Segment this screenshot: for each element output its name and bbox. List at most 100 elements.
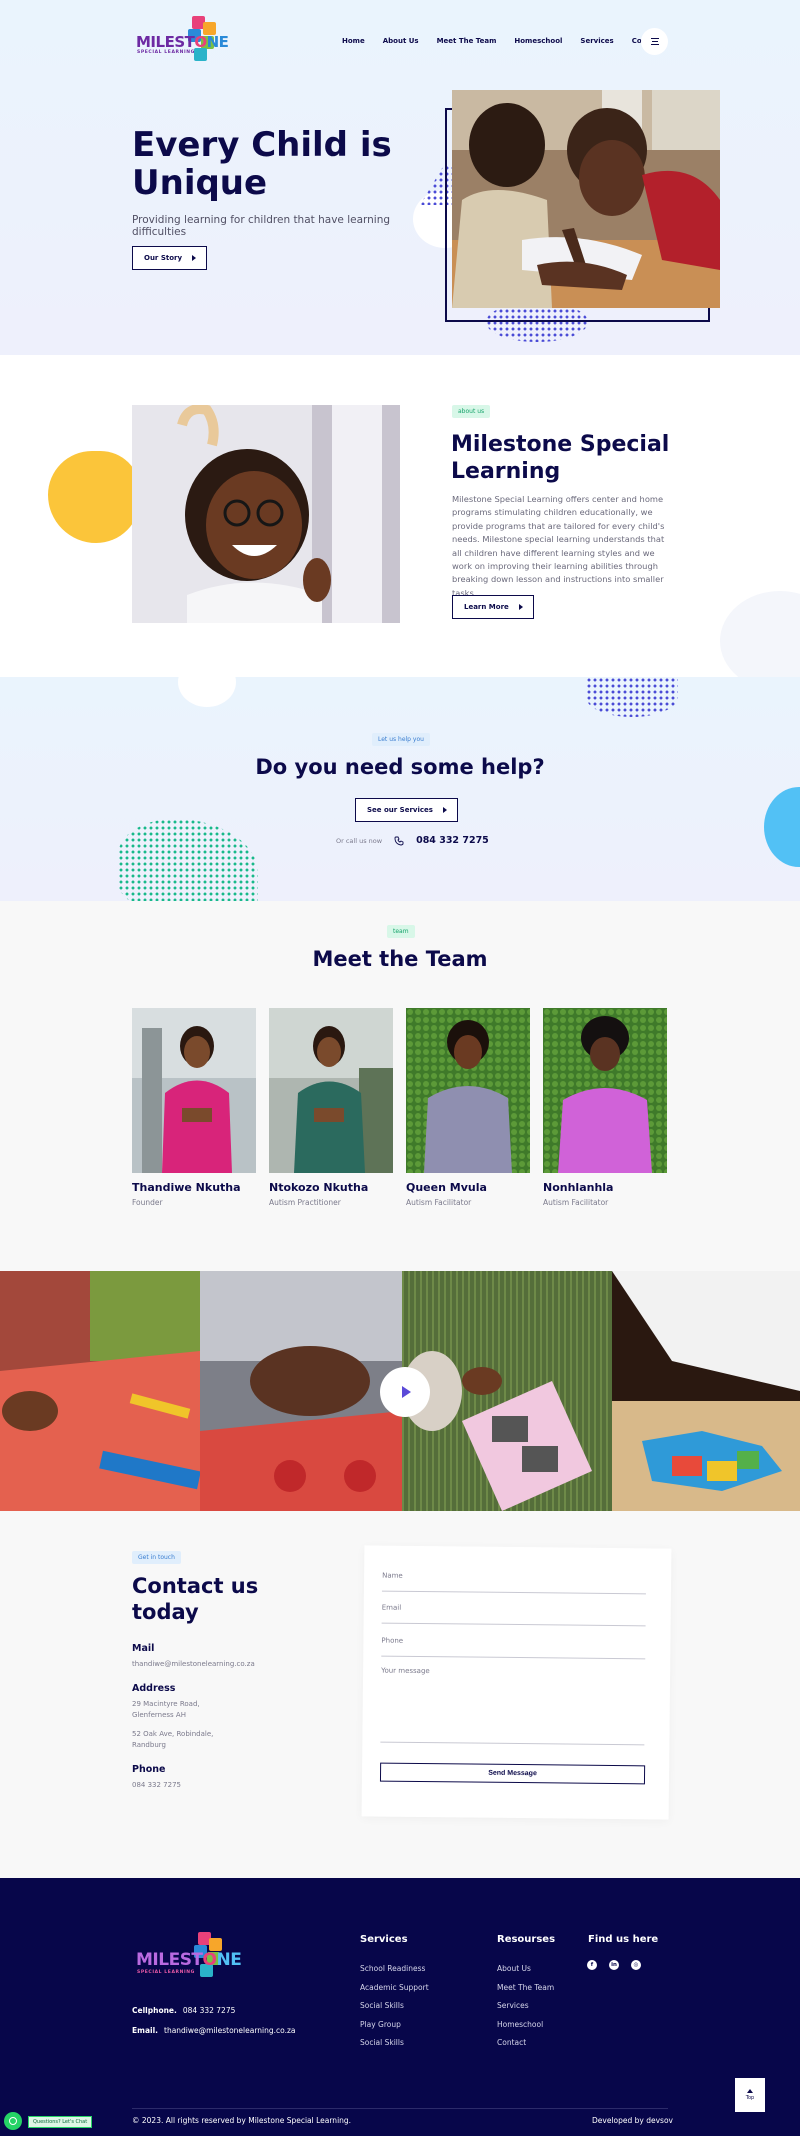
contact-form: Name Email Phone Your message Send Messa…	[361, 1545, 672, 1820]
facebook-icon[interactable]: f	[587, 1960, 597, 1970]
member-role: Autism Facilitator	[543, 1198, 609, 1207]
team-section: team Meet the Team Thandiwe Nkutha Found…	[0, 901, 800, 1271]
team-member-card[interactable]: Ntokozo Nkutha Autism Practitioner	[269, 1008, 393, 1207]
phone-field[interactable]: Phone	[381, 1636, 646, 1660]
help-section: Let us help you Do you need some help? S…	[0, 677, 800, 901]
logo-wordmark: MILESTONE	[136, 1950, 242, 1970]
address-label: Address	[132, 1683, 176, 1694]
name-field[interactable]: Name	[381, 1571, 647, 1595]
contact-section: Get in touch Contact us today Mail thand…	[0, 1511, 800, 1878]
hero-title: Every Child is Unique	[132, 125, 392, 203]
message-field[interactable]: Your message	[380, 1666, 646, 1746]
chevron-up-icon	[747, 2089, 753, 2093]
logo-tagline: SPECIAL LEARNING	[137, 1970, 195, 1975]
whatsapp-button[interactable]	[4, 2112, 22, 2130]
arrow-right-icon	[192, 255, 197, 261]
video-gallery	[0, 1271, 800, 1511]
instagram-icon[interactable]: ◎	[631, 1960, 641, 1970]
mail-label: Mail	[132, 1643, 155, 1654]
call-phone-link[interactable]: 084 332 7275	[416, 835, 489, 846]
team-member-card[interactable]: Nonhlanhla Autism Facilitator	[543, 1008, 667, 1207]
play-icon	[402, 1386, 411, 1398]
team-member-card[interactable]: Queen Mvula Autism Facilitator	[406, 1008, 530, 1207]
decor-dots	[586, 677, 678, 717]
email-field[interactable]: Email	[381, 1603, 646, 1627]
decor-dots	[118, 819, 258, 901]
footer-link[interactable]: Academic Support	[360, 1983, 429, 2002]
whatsapp-label[interactable]: Questions? Let's Chat	[28, 2116, 93, 2128]
logo-wordmark: MILESTONE	[136, 33, 229, 51]
hamburger-icon	[650, 37, 659, 39]
footer-services-links: School Readiness Academic Support Social…	[360, 1964, 429, 2057]
nav-services[interactable]: Services	[580, 37, 613, 45]
learn-more-button[interactable]: Learn More	[452, 595, 534, 619]
decor-blob	[764, 787, 800, 867]
footer-link[interactable]: About Us	[497, 1964, 554, 1983]
footer-link[interactable]: Contact	[497, 2038, 554, 2057]
gallery-image	[200, 1271, 402, 1511]
footer-link[interactable]: Social Skills	[360, 2001, 429, 2020]
send-message-button[interactable]: Send Message	[379, 1762, 646, 1785]
site-logo[interactable]: MILESTONE SPECIAL LEARNING	[136, 16, 232, 66]
footer-link[interactable]: Meet The Team	[497, 1983, 554, 2002]
contact-title: Contact us today	[132, 1574, 259, 1624]
footer-link[interactable]: Homeschool	[497, 2020, 554, 2039]
address-1-line-1: 29 Macintyre Road,	[132, 1700, 200, 1708]
linkedin-icon[interactable]: in	[609, 1960, 619, 1970]
arrow-right-icon	[518, 604, 523, 610]
see-services-button[interactable]: See our Services	[355, 798, 458, 822]
footer-link[interactable]: School Readiness	[360, 1964, 429, 1983]
gallery-image	[612, 1271, 800, 1511]
footer-services-title: Services	[360, 1934, 408, 1945]
member-photo	[269, 1008, 393, 1173]
nav-homeschool[interactable]: Homeschool	[514, 37, 562, 45]
hero-section: MILESTONE SPECIAL LEARNING Home About Us…	[0, 0, 800, 355]
whatsapp-icon	[9, 2117, 17, 2125]
logo-tagline: SPECIAL LEARNING	[137, 50, 195, 55]
member-photo	[132, 1008, 256, 1173]
phone-value[interactable]: 084 332 7275	[132, 1780, 181, 1791]
main-nav: Home About Us Meet The Team Homeschool S…	[342, 37, 662, 45]
mail-value[interactable]: thandiwe@milestonelearning.co.za	[132, 1659, 255, 1670]
gallery-image	[0, 1271, 200, 1511]
decor-blob	[720, 591, 800, 677]
call-prefix: Or call us now	[336, 836, 383, 845]
footer-logo[interactable]: MILESTONE SPECIAL LEARNING	[136, 1932, 246, 1992]
address-1-line-2: Glenferness AH	[132, 1711, 186, 1719]
phone-label: Phone	[132, 1764, 166, 1775]
our-story-button[interactable]: Our Story	[132, 246, 208, 270]
member-photo	[406, 1008, 530, 1173]
member-role: Autism Facilitator	[406, 1198, 472, 1207]
member-role: Autism Practitioner	[269, 1198, 341, 1207]
footer-link[interactable]: Play Group	[360, 2020, 429, 2039]
arrow-right-icon	[442, 807, 447, 813]
decor-blob	[178, 677, 236, 707]
hero-subtitle: Providing learning for children that hav…	[132, 214, 391, 238]
nav-home[interactable]: Home	[342, 37, 365, 45]
team-members: Thandiwe Nkutha Founder Ntokozo Nkutha A…	[132, 1008, 667, 1207]
footer-link[interactable]: Social Skills	[360, 2038, 429, 2057]
address-2-line-1: 52 Oak Ave, Robindale,	[132, 1730, 214, 1738]
social-links: f in ◎	[587, 1960, 641, 1970]
help-title: Do you need some help?	[255, 755, 545, 779]
team-member-card[interactable]: Thandiwe Nkutha Founder	[132, 1008, 256, 1207]
footer-divider	[132, 2108, 668, 2109]
developer-credit[interactable]: Developed by devsov	[592, 2116, 673, 2125]
play-video-button[interactable]	[380, 1367, 430, 1417]
phone-icon	[394, 836, 404, 845]
menu-button[interactable]	[641, 28, 668, 55]
member-name: Nonhlanhla	[543, 1181, 614, 1194]
call-us: Or call us now 084 332 7275	[336, 835, 489, 846]
back-to-top-button[interactable]: Top	[735, 2078, 765, 2112]
copyright: © 2023. All rights reserved by Milestone…	[132, 2116, 352, 2125]
decor-blob	[48, 451, 140, 543]
footer-find-title: Find us here	[588, 1934, 659, 1945]
nav-about-us[interactable]: About Us	[383, 37, 419, 45]
footer-cellphone: Cellphone. 084 332 7275	[132, 2006, 236, 2015]
gallery-image	[402, 1271, 612, 1511]
address-2-line-2: Randburg	[132, 1741, 166, 1749]
about-description: Milestone Special Learning offers center…	[452, 494, 665, 598]
team-title: Meet the Team	[312, 947, 488, 971]
footer-link[interactable]: Services	[497, 2001, 554, 2020]
nav-meet-the-team[interactable]: Meet The Team	[437, 37, 497, 45]
